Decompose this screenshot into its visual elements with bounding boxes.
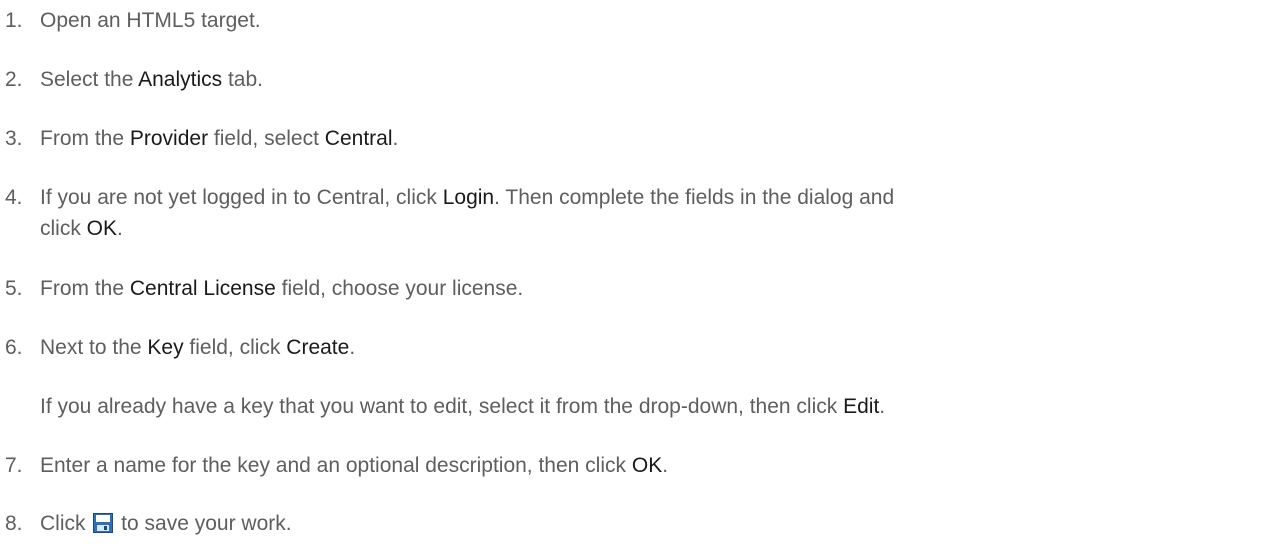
ui-term-analytics: Analytics: [138, 68, 223, 91]
step-text: field, choose your license.: [275, 277, 524, 300]
note-text: If you already have a key that you want …: [40, 395, 844, 418]
step-number: 4.: [5, 186, 23, 209]
step-number: 3.: [5, 127, 23, 150]
step-2: 2. Select the Analytics tab.: [0, 64, 1272, 95]
note-text: .: [879, 395, 886, 418]
ui-term-edit: Edit: [843, 395, 880, 418]
step-text: Open an HTML5 target.: [40, 9, 261, 32]
step-text: .: [349, 336, 356, 359]
step-text: From the: [40, 127, 130, 150]
step-number: 6.: [5, 336, 23, 359]
step-text: field, select: [208, 127, 325, 150]
step-text: Select the: [40, 68, 139, 91]
ui-term-create: Create: [286, 336, 350, 359]
step-7: 7. Enter a name for the key and an optio…: [0, 450, 1272, 481]
step-5: 5. From the Central License field, choos…: [0, 273, 1272, 304]
step-text: From the: [40, 277, 130, 300]
step-number: 1.: [5, 9, 23, 32]
step-text: to save your work.: [115, 512, 292, 535]
ui-term-login: Login: [442, 186, 495, 209]
ui-term-central: Central: [324, 127, 393, 150]
step-3: 3. From the Provider field, select Centr…: [0, 123, 1272, 154]
step-number: 5.: [5, 277, 23, 300]
step-text: tab.: [222, 68, 263, 91]
step-text: Click: [40, 512, 92, 535]
ui-term-key: Key: [147, 336, 184, 359]
step-text: Enter a name for the key and an optional…: [40, 454, 632, 477]
step-4: 4. If you are not yet logged in to Centr…: [0, 182, 1272, 244]
step-1: 1. Open an HTML5 target.: [0, 5, 1272, 36]
step-text: Next to the: [40, 336, 148, 359]
step-text: .: [662, 454, 669, 477]
ui-term-central-license: Central License: [129, 277, 276, 300]
step-8: 8. Click to save your work.: [0, 508, 1272, 539]
step-text: . Then complete the fields in the dialog…: [494, 186, 895, 209]
step-number: 8.: [5, 512, 23, 535]
step-number: 7.: [5, 454, 23, 477]
ui-term-ok: OK: [631, 454, 663, 477]
save-icon: [93, 513, 114, 533]
step-text: If you are not yet logged in to Central,…: [40, 186, 443, 209]
step-6: 6. Next to the Key field, click Create.: [0, 332, 1272, 363]
step-text: .: [117, 217, 123, 240]
ui-term-ok: OK: [86, 217, 118, 240]
step-number: 2.: [5, 68, 23, 91]
step-6-note: If you already have a key that you want …: [0, 391, 1272, 422]
step-text: click: [40, 217, 87, 240]
step-text: field, click: [183, 336, 287, 359]
step-text: .: [392, 127, 399, 150]
ui-term-provider: Provider: [129, 127, 209, 150]
